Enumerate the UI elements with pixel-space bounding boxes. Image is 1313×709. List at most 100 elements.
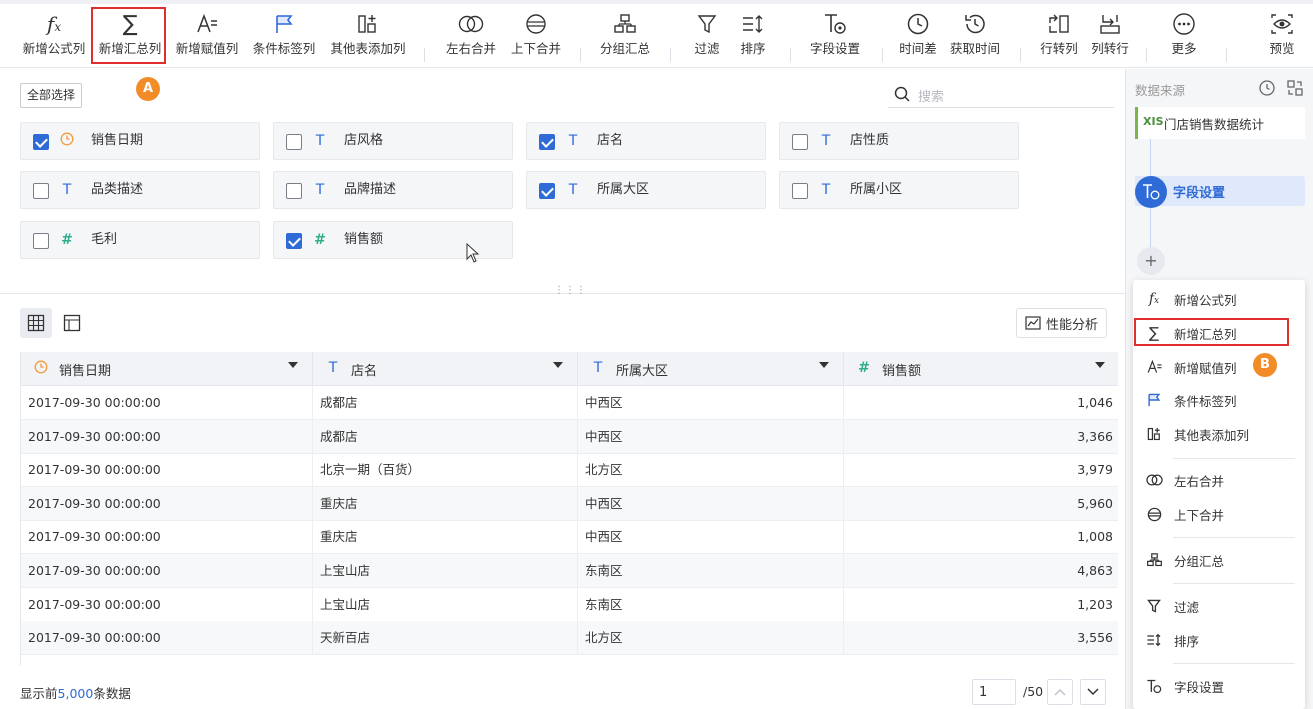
table-row[interactable]: 2017-09-30 00:00:00 上宝山店 东南区 1,203 — [21, 587, 1118, 622]
field-checkbox[interactable] — [33, 183, 49, 199]
text-type-icon: T — [568, 133, 578, 149]
toolbar-filter[interactable]: 过滤 — [685, 8, 729, 68]
menu-item-filter[interactable]: 过滤 — [1133, 592, 1305, 620]
toolbar-field-settings[interactable]: 字段设置 — [802, 8, 868, 68]
table-cell: 天新百店 — [313, 621, 578, 656]
dropdown-arrow-icon[interactable] — [553, 362, 563, 368]
toolbar-label: 新增赋值列 — [175, 41, 239, 56]
page-up-button[interactable] — [1047, 679, 1073, 705]
table-row[interactable]: 2017-09-30 00:00:00 上宝山店 东南区 4,863 — [21, 554, 1118, 588]
menu-item-sort[interactable]: 排序 — [1133, 626, 1305, 654]
menu-item-add-assign-column[interactable]: 新增赋值列 — [1133, 353, 1305, 381]
table-row[interactable]: 2017-09-30 00:00:00 天新百店 北方区 3,556 — [21, 621, 1118, 656]
menu-divider — [1173, 458, 1295, 459]
table-row[interactable]: 2017-09-30 00:00:00 重庆店 中西区 5,960 — [21, 486, 1118, 521]
menu-item-horizontal-merge[interactable]: 左右合并 — [1133, 466, 1305, 494]
table-row[interactable]: 2017-09-30 00:00:00 重庆店 中西区 1,008 — [21, 520, 1118, 555]
data-source-node[interactable]: XIS 门店销售数据统计 — [1135, 107, 1305, 139]
dropdown-arrow-icon[interactable] — [819, 362, 829, 368]
table-cell: 中西区 — [578, 520, 844, 555]
toolbar-group-summary[interactable]: 分组汇总 — [594, 8, 656, 68]
clock-icon — [33, 360, 49, 378]
select-all-button[interactable]: 全部选择 — [20, 83, 83, 108]
add-column-icon — [325, 8, 411, 40]
mouse-cursor-icon — [466, 242, 480, 267]
field-item[interactable]: T 所属大区 — [526, 171, 766, 209]
table-cell: 3,366 — [1077, 428, 1113, 444]
page-down-button[interactable] — [1080, 679, 1106, 705]
resize-grip-icon[interactable]: ⋮⋮⋮ — [554, 285, 587, 296]
field-checkbox[interactable] — [286, 233, 302, 249]
table-row[interactable]: 2017-09-30 00:00:00 北京一期（百货） 北方区 3,979 — [21, 453, 1118, 488]
menu-divider — [1173, 583, 1295, 584]
filter-icon — [685, 8, 729, 40]
menu-item-vertical-merge[interactable]: 上下合并 — [1133, 500, 1305, 528]
text-type-icon: T — [62, 182, 72, 198]
field-checkbox[interactable] — [33, 134, 49, 150]
toolbar-divider — [670, 48, 671, 62]
field-item[interactable]: T 店名 — [526, 122, 766, 160]
toolbar-column-to-row[interactable]: 列转行 — [1086, 8, 1134, 68]
field-settings-icon — [1145, 677, 1163, 695]
column-header[interactable]: T 店名 — [313, 352, 578, 386]
toolbar-add-formula-column[interactable]: fx 新增公式列 — [18, 8, 90, 68]
column-header[interactable]: T 所属大区 — [578, 352, 844, 386]
field-checkbox[interactable] — [286, 134, 302, 150]
menu-item-add-formula-column[interactable]: fx 新增公式列 — [1133, 285, 1305, 313]
toolbar-label: 条件标签列 — [252, 41, 316, 56]
field-checkbox[interactable] — [792, 134, 808, 150]
toolbar-vertical-merge[interactable]: 上下合并 — [505, 8, 567, 68]
page-number-input[interactable] — [972, 679, 1016, 705]
column-header[interactable]: 销售日期 — [21, 352, 313, 386]
field-item[interactable]: T 店性质 — [779, 122, 1019, 160]
add-step-button[interactable]: + — [1137, 247, 1165, 275]
search-input[interactable]: 搜索 — [888, 82, 1114, 108]
toolbar-horizontal-merge[interactable]: 左右合并 — [440, 8, 502, 68]
field-checkbox[interactable] — [539, 134, 555, 150]
field-item[interactable]: T 品类描述 — [20, 171, 260, 209]
get-time-icon — [945, 8, 1005, 40]
history-icon[interactable] — [1258, 79, 1276, 101]
toolbar-label: 更多 — [1171, 41, 1197, 56]
column-header[interactable]: # 销售额 — [844, 352, 1118, 386]
field-item[interactable]: T 品牌描述 — [273, 171, 513, 209]
toolbar-add-column-from-other[interactable]: 其他表添加列 — [325, 8, 411, 68]
field-item[interactable]: T 所属小区 — [779, 171, 1019, 209]
chevron-up-icon — [1054, 688, 1066, 696]
field-item[interactable]: T 店风格 — [273, 122, 513, 160]
field-item[interactable]: # 毛利 — [20, 221, 260, 259]
field-checkbox[interactable] — [33, 233, 49, 249]
table-row[interactable]: 2017-09-30 00:00:00 成都店 中西区 1,046 — [21, 386, 1118, 420]
menu-item-group-summary[interactable]: 分组汇总 — [1133, 546, 1305, 574]
dropdown-arrow-icon[interactable] — [288, 362, 298, 368]
performance-analysis-button[interactable]: 性能分析 — [1016, 308, 1107, 338]
field-checkbox[interactable] — [792, 183, 808, 199]
switch-view-icon[interactable] — [1286, 79, 1304, 101]
toolbar-condition-label-column[interactable]: 条件标签列 — [247, 8, 321, 68]
dropdown-arrow-icon[interactable] — [1095, 362, 1105, 368]
menu-item-add-column-from-other[interactable]: 其他表添加列 — [1133, 420, 1305, 448]
toolbar-row-to-column[interactable]: 行转列 — [1034, 8, 1084, 68]
menu-item-condition-label-column[interactable]: 条件标签列 — [1133, 386, 1305, 414]
layout-view-button[interactable] — [56, 308, 88, 338]
field-checkbox[interactable] — [286, 183, 302, 199]
table-cell: 东南区 — [578, 587, 844, 622]
field-name: 品牌描述 — [344, 182, 397, 197]
toolbar-sort[interactable]: 排序 — [731, 8, 775, 68]
vertical-merge-icon — [1145, 505, 1163, 523]
table-row[interactable]: 2017-09-30 00:00:00 成都店 中西区 3,366 — [21, 419, 1118, 454]
text-type-icon: T — [328, 360, 338, 376]
menu-item-field-settings[interactable]: 字段设置 — [1133, 672, 1305, 700]
toolbar-time-diff[interactable]: 时间差 — [894, 8, 942, 68]
toolbar-divider — [1226, 48, 1227, 62]
field-checkbox[interactable] — [539, 183, 555, 199]
field-item[interactable]: 销售日期 — [20, 122, 260, 160]
toolbar-more[interactable]: 更多 — [1160, 8, 1208, 68]
field-name: 所属大区 — [597, 182, 650, 197]
toolbar-preview[interactable]: 预览 — [1260, 8, 1304, 68]
table-cell: 3,979 — [1077, 462, 1113, 478]
toolbar-add-assign-column[interactable]: 新增赋值列 — [170, 8, 244, 68]
page-total: /50 — [1023, 684, 1044, 699]
grid-view-button[interactable] — [20, 308, 52, 338]
toolbar-get-time[interactable]: 获取时间 — [945, 8, 1005, 68]
